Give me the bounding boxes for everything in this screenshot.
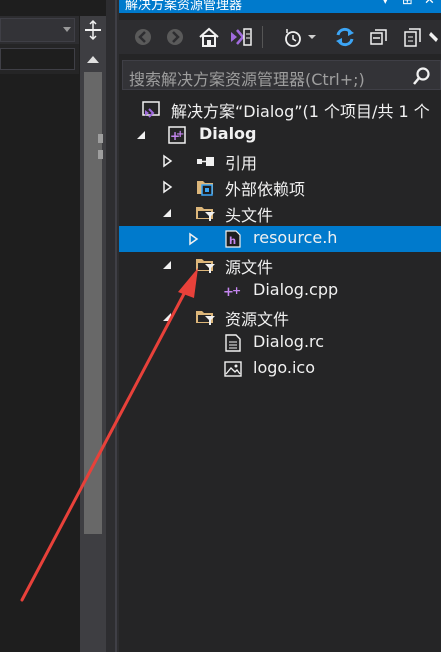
forward-icon [167, 29, 183, 45]
collapse-all-button[interactable] [366, 24, 392, 50]
divider-line [115, 0, 117, 652]
forward-button[interactable] [162, 24, 188, 50]
split-window-button[interactable] [80, 16, 106, 44]
tree-item-label: Dialog.rc [253, 332, 325, 351]
editor-vertical-scrollbar[interactable] [80, 44, 106, 652]
solution-explorer-toolbar [119, 20, 441, 54]
search-icon[interactable] [412, 66, 432, 86]
tree-item-references[interactable]: 引用 [119, 148, 441, 174]
tree-item-source-files[interactable]: 源文件 [119, 252, 441, 278]
tree-item-label: 引用 [225, 154, 258, 173]
tree-item-logo-ico[interactable]: logo.ico [119, 356, 441, 382]
tree-item-label: 资源文件 [225, 310, 290, 329]
collapsed-arrow-icon[interactable] [161, 180, 173, 194]
tree-item-dialog-cpp[interactable]: + + Dialog.cpp [119, 278, 441, 304]
split-icon [85, 19, 101, 41]
back-button[interactable] [130, 24, 156, 50]
svg-text:h: h [229, 236, 236, 247]
home-button[interactable] [196, 24, 222, 50]
expanded-arrow-icon[interactable] [161, 258, 173, 272]
tree-item-resource-h[interactable]: h resource.h [119, 226, 441, 252]
tree-item-label: 外部依赖项 [225, 180, 306, 199]
window-position-icon[interactable]: ▾ [382, 0, 389, 8]
tree-item-label: 头文件 [225, 206, 274, 225]
chevron-down-icon [63, 27, 71, 32]
header-file-icon: h [225, 230, 241, 248]
tree-item-label: 解决方案“Dialog”(1 个项目/共 1 个 [171, 102, 430, 121]
rc-file-icon [225, 334, 241, 352]
solution-explorer-titlebar: 解决方案资源管理器 ▾ ⊞ ✕ [119, 0, 441, 13]
search-input[interactable]: 搜索解决方案资源管理器(Ctrl+;) [129, 66, 365, 90]
folder-filter-icon [196, 207, 215, 221]
scroll-up-icon[interactable] [87, 56, 99, 63]
tree-item-solution[interactable]: 解决方案“Dialog”(1 个项目/共 1 个 [119, 96, 441, 122]
expanded-arrow-icon[interactable] [161, 206, 173, 220]
home-icon [199, 27, 219, 47]
solution-explorer-panel: 解决方案资源管理器 ▾ ⊞ ✕ 搜索解决方案资源管理器(Ctrl+;) 解决方案… [119, 0, 441, 652]
show-all-files-button[interactable] [400, 24, 426, 50]
copy-pages-icon [404, 28, 421, 47]
scrollbar-marker [98, 134, 103, 143]
expanded-arrow-icon[interactable] [161, 310, 173, 324]
editor-pane [0, 0, 119, 652]
solution-icon [142, 101, 160, 118]
folder-filter-icon [196, 311, 215, 325]
editor-member-field[interactable] [0, 48, 75, 70]
svg-text:+: + [176, 129, 184, 140]
close-icon[interactable]: ✕ [424, 0, 435, 8]
references-icon [197, 157, 214, 166]
tree-item-project-dialog[interactable]: + + Dialog [119, 122, 441, 148]
tree-item-label: 源文件 [225, 258, 274, 277]
pane-divider[interactable] [106, 0, 119, 652]
tree-item-resource-files[interactable]: 资源文件 [119, 304, 441, 330]
editor-nav-bar [0, 44, 79, 74]
properties-button[interactable] [428, 24, 441, 50]
panel-title: 解决方案资源管理器 [125, 0, 243, 13]
cpp-file-icon: ++ [223, 284, 241, 300]
pin-icon[interactable]: ⊞ [402, 0, 413, 8]
external-deps-icon [197, 181, 213, 196]
pending-changes-filter-button[interactable] [281, 24, 307, 50]
vs-switch-view-icon [231, 28, 252, 46]
clock-icon [285, 29, 301, 47]
cpp-project-icon: ++ [168, 126, 186, 144]
expanded-arrow-icon[interactable] [135, 128, 147, 142]
image-file-icon [224, 361, 242, 377]
tree-item-external-deps[interactable]: 外部依赖项 [119, 174, 441, 200]
tree-item-dialog-rc[interactable]: Dialog.rc [119, 330, 441, 356]
tree-item-label: Dialog [199, 124, 257, 143]
sync-with-active-document-button[interactable] [332, 24, 358, 50]
chevron-down-icon [308, 35, 316, 39]
solution-explorer-search[interactable]: 搜索解决方案资源管理器(Ctrl+;) [122, 60, 441, 90]
tree-item-header-files[interactable]: 头文件 [119, 200, 441, 226]
tree-item-label: Dialog.cpp [253, 280, 339, 299]
tree-item-label: logo.ico [253, 358, 316, 377]
wrench-icon [429, 32, 438, 42]
scrollbar-marker [98, 150, 103, 159]
folder-filter-icon [196, 259, 215, 273]
tree-item-label: resource.h [253, 228, 338, 247]
svg-text:+: + [232, 284, 241, 297]
collapse-all-icon [370, 29, 387, 45]
editor-navigation-dropdown[interactable] [0, 18, 75, 42]
filter-dropdown-button[interactable] [305, 24, 319, 50]
toolbar-separator [262, 26, 263, 48]
collapsed-arrow-icon[interactable] [161, 154, 173, 168]
switch-views-button[interactable] [228, 24, 254, 50]
back-icon [135, 29, 151, 45]
sync-icon [336, 27, 354, 47]
collapsed-arrow-icon[interactable] [187, 232, 199, 246]
